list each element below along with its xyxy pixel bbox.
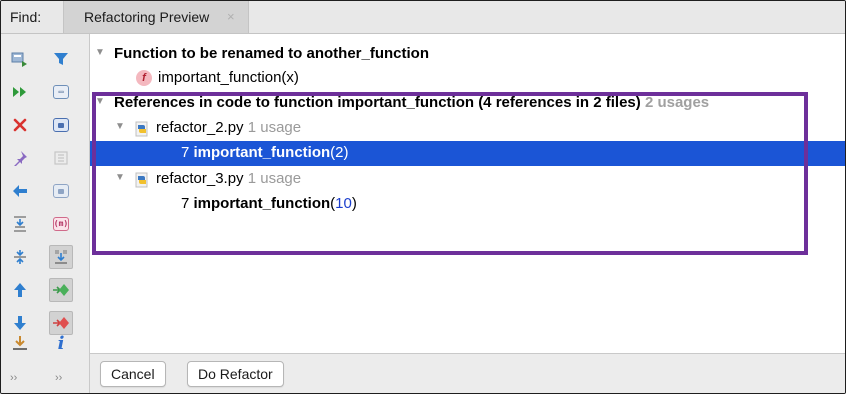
function-item-label: important_function(x) — [158, 69, 299, 86]
tree-node-rename-header[interactable]: ▼ Function to be renamed to another_func… — [90, 42, 845, 67]
usage-line-number: 7 — [181, 144, 190, 161]
tree-node-function[interactable]: f important_function(x) — [90, 66, 845, 91]
rename-header-label: Function to be renamed to another_functi… — [114, 45, 429, 62]
rerun-icon[interactable] — [8, 47, 32, 71]
file-usage-count: 1 usage — [247, 119, 302, 136]
python-file-icon — [135, 121, 148, 137]
references-usage-count: 2 usages — [644, 94, 710, 111]
python-file-icon — [135, 172, 148, 188]
usage-call-arg: 2 — [335, 144, 344, 161]
left-toolbar: ›› ▭ (m) i ›› — [1, 34, 90, 393]
module-icon[interactable] — [49, 113, 73, 137]
cancel-button[interactable]: Cancel — [100, 361, 166, 387]
close-tab-icon[interactable]: × — [227, 9, 235, 24]
collapse-all-icon[interactable] — [8, 245, 32, 269]
tree-node-usage[interactable]: 7 important_function(10) — [90, 192, 845, 217]
pin-icon[interactable] — [8, 146, 32, 170]
bottom-button-bar: Cancel Do Refactor — [90, 353, 845, 393]
back-icon[interactable] — [8, 179, 32, 203]
next-occurrence-icon[interactable] — [49, 278, 73, 302]
run-all-icon[interactable] — [8, 80, 32, 104]
method-icon[interactable]: (m) — [49, 212, 73, 236]
group-icon[interactable] — [49, 146, 73, 170]
usage-call-name: important_function — [193, 144, 331, 161]
tab-refactoring-preview[interactable]: Refactoring Preview × — [63, 1, 249, 33]
up-icon[interactable] — [8, 278, 32, 302]
tab-label: Refactoring Preview — [84, 9, 210, 25]
usage-call-name: important_function — [193, 195, 331, 212]
merge-icon[interactable]: ▭ — [49, 80, 73, 104]
directory-icon[interactable] — [49, 179, 73, 203]
more-tools-left[interactable]: ›› — [10, 372, 17, 384]
do-refactor-button[interactable]: Do Refactor — [187, 361, 284, 387]
expand-triangle-icon[interactable]: ▼ — [95, 96, 105, 107]
tree-node-usage-selected[interactable]: 7 important_function(2) — [90, 141, 845, 166]
expand-triangle-icon[interactable]: ▼ — [115, 172, 125, 183]
info-icon[interactable]: i — [49, 331, 73, 355]
expand-triangle-icon[interactable]: ▼ — [115, 121, 125, 132]
file-usage-count: 1 usage — [247, 170, 302, 187]
usage-paren: ) — [343, 144, 349, 161]
refactoring-tree: ▼ Function to be renamed to another_func… — [90, 34, 845, 352]
file-name: refactor_2.py — [156, 119, 244, 136]
refactoring-preview-window: Find: Refactoring Preview × ›› ▭ (m) i ›… — [0, 0, 846, 394]
tree-node-file[interactable]: ▼ refactor_2.py 1 usage — [90, 116, 845, 141]
close-icon[interactable] — [8, 113, 32, 137]
expand-triangle-icon[interactable]: ▼ — [95, 47, 105, 58]
export-icon[interactable] — [8, 331, 32, 355]
more-tools-right[interactable]: ›› — [55, 372, 62, 384]
usage-line-number: 7 — [181, 195, 190, 212]
function-icon: f — [136, 70, 152, 86]
filter-icon[interactable] — [49, 47, 73, 71]
tree-node-references-header[interactable]: ▼ References in code to function importa… — [90, 91, 845, 116]
file-name: refactor_3.py — [156, 170, 244, 187]
find-label: Find: — [10, 9, 42, 25]
usage-paren: ) — [351, 195, 357, 212]
autoscroll-icon[interactable] — [49, 245, 73, 269]
references-header-label: References in code to function important… — [114, 94, 641, 111]
usage-call-arg: 10 — [335, 195, 352, 212]
tree-node-file[interactable]: ▼ refactor_3.py 1 usage — [90, 167, 845, 192]
tool-window-tabbar: Find: Refactoring Preview × — [1, 1, 845, 34]
expand-all-icon[interactable] — [8, 212, 32, 236]
